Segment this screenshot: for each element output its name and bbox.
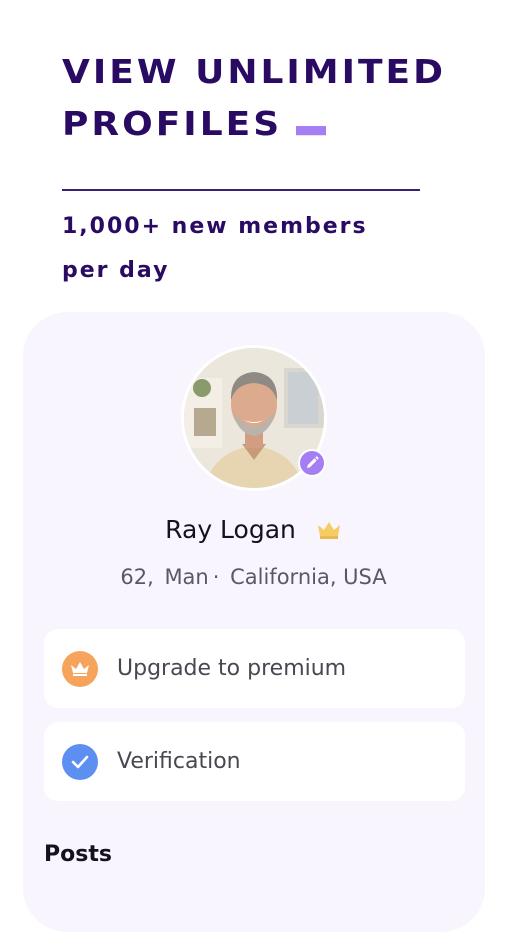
pencil-icon — [307, 456, 319, 468]
profile-name-row: Ray Logan — [0, 515, 507, 546]
divider — [62, 189, 420, 191]
crown-icon — [316, 517, 342, 546]
headline-line-1: VIEW UNLIMITED — [62, 53, 447, 92]
edit-avatar-button[interactable] — [298, 449, 326, 477]
posts-heading: Posts — [44, 842, 112, 867]
headline-line-2: PROFILES — [62, 105, 283, 144]
headline: VIEW UNLIMITED PROFILES — [62, 46, 446, 151]
verification-button[interactable]: Verification — [44, 722, 465, 801]
profile-location: California, USA — [230, 565, 387, 589]
profile-meta: 62, Man · California, USA — [0, 565, 507, 589]
profile-gender: Man — [164, 565, 209, 589]
subtitle-line-2: per day — [62, 258, 170, 283]
upgrade-premium-label: Upgrade to premium — [117, 656, 347, 681]
meta-separator: · — [212, 565, 220, 589]
profile-age: 62, — [120, 565, 154, 589]
accent-bar — [296, 126, 327, 136]
subtitle-line-1: 1,000+ new members — [62, 214, 368, 239]
crown-icon — [62, 650, 98, 687]
subtitle: 1,000+ new members per day — [62, 205, 422, 293]
verification-label: Verification — [117, 749, 241, 774]
profile-name: Ray Logan — [165, 515, 296, 544]
check-icon — [62, 743, 98, 780]
upgrade-premium-button[interactable]: Upgrade to premium — [44, 629, 465, 708]
